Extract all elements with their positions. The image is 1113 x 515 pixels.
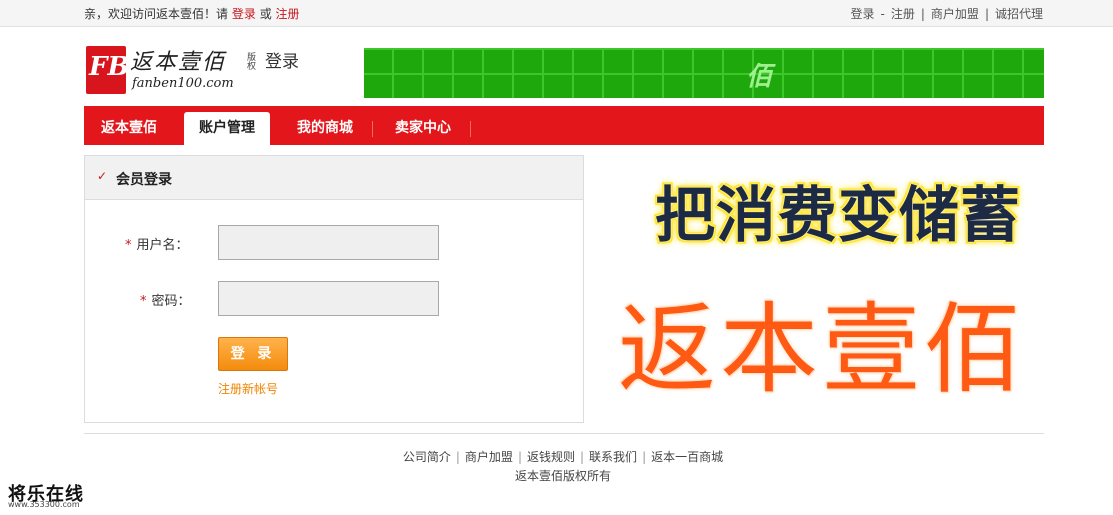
nav-item-account[interactable]: 账户管理 [184,112,270,148]
top-right-register[interactable]: 注册 [891,7,915,21]
login-button[interactable]: 登 录 [218,337,288,371]
nav-divider [372,121,373,137]
footer-links: 公司简介 | 商户加盟 | 返钱规则 | 联系我们 | 返本一百商城 [0,448,1113,465]
watermark-url: www.353300.com [8,500,80,509]
top-register-link[interactable]: 注册 [276,7,300,21]
logo-english-name: fanben100.com [132,76,234,91]
password-input[interactable] [218,281,439,316]
login-panel-header: ✓ 会员登录 [85,156,583,200]
password-label-text: 密码： [151,294,191,309]
footer-link-rules[interactable]: 返钱规则 [527,450,575,464]
username-label: * 用户名： [125,234,189,253]
login-panel: ✓ 会员登录 * 用户名： * 密码： 登 录 注册新帐号 [84,155,584,423]
username-input[interactable] [218,225,439,260]
nav-divider [470,121,471,137]
required-star: * [125,238,132,253]
checkmark-icon: ✓ [97,169,108,183]
footer-link-mall[interactable]: 返本一百商城 [651,450,723,464]
separator: | [984,7,989,21]
required-star: * [140,294,147,309]
footer-link-contact[interactable]: 联系我们 [589,450,637,464]
site-logo[interactable]: FB [86,46,130,94]
login-panel-title: 会员登录 [116,172,172,188]
separator: | [642,450,647,464]
logo-chinese-name: 返本壹佰 [130,50,227,75]
top-right-login[interactable]: 登录 [851,7,875,21]
username-label-text: 用户名： [136,238,189,253]
separator: | [580,450,585,464]
merchant-join-link[interactable]: 商户加盟 [931,7,979,21]
footer-link-about[interactable]: 公司简介 [403,450,451,464]
page-title: 登录 [265,52,299,72]
promo-brand: 返本壹佰 [618,293,1027,407]
separator: - [880,7,885,21]
welcome-area: 亲，欢迎访问返本壹佰！请 登录 或 注册 [84,5,300,22]
separator: | [920,7,925,21]
logo-tag: 版权 [245,52,255,70]
banner-glyph: 佰 [746,62,773,92]
nav-item-my-mall[interactable]: 我的商城 [280,112,370,145]
top-right-links: 登录 - 注册 | 商户加盟 | 诚招代理 [851,5,1044,22]
copyright-text: 返本壹佰版权所有 [514,469,611,483]
password-label: * 密码： [140,290,191,309]
nav-item-seller-center[interactable]: 卖家中心 [378,112,468,145]
logo-letters: FB [89,52,130,82]
nav-item-home[interactable]: 返本壹佰 [84,112,174,145]
header-banner: 佰 [364,48,1044,98]
separator: | [517,450,522,464]
welcome-text: 亲，欢迎访问返本壹佰！请 [84,7,229,21]
register-new-account-link[interactable]: 注册新帐号 [218,380,278,397]
top-login-link[interactable]: 登录 [232,7,256,21]
footer-divider [84,433,1044,434]
main-nav: 返本壹佰 账户管理 我的商城 卖家中心 [84,106,1044,148]
promo-slogan: 把消费变储蓄 [655,181,1021,251]
separator: | [455,450,460,464]
or-text: 或 [259,7,272,21]
agent-recruit-link[interactable]: 诚招代理 [995,7,1043,21]
top-bar: 亲，欢迎访问返本壹佰！请 登录 或 注册 登录 - 注册 | 商户加盟 | 诚招代理 [0,0,1113,27]
footer-link-merchant[interactable]: 商户加盟 [465,450,513,464]
